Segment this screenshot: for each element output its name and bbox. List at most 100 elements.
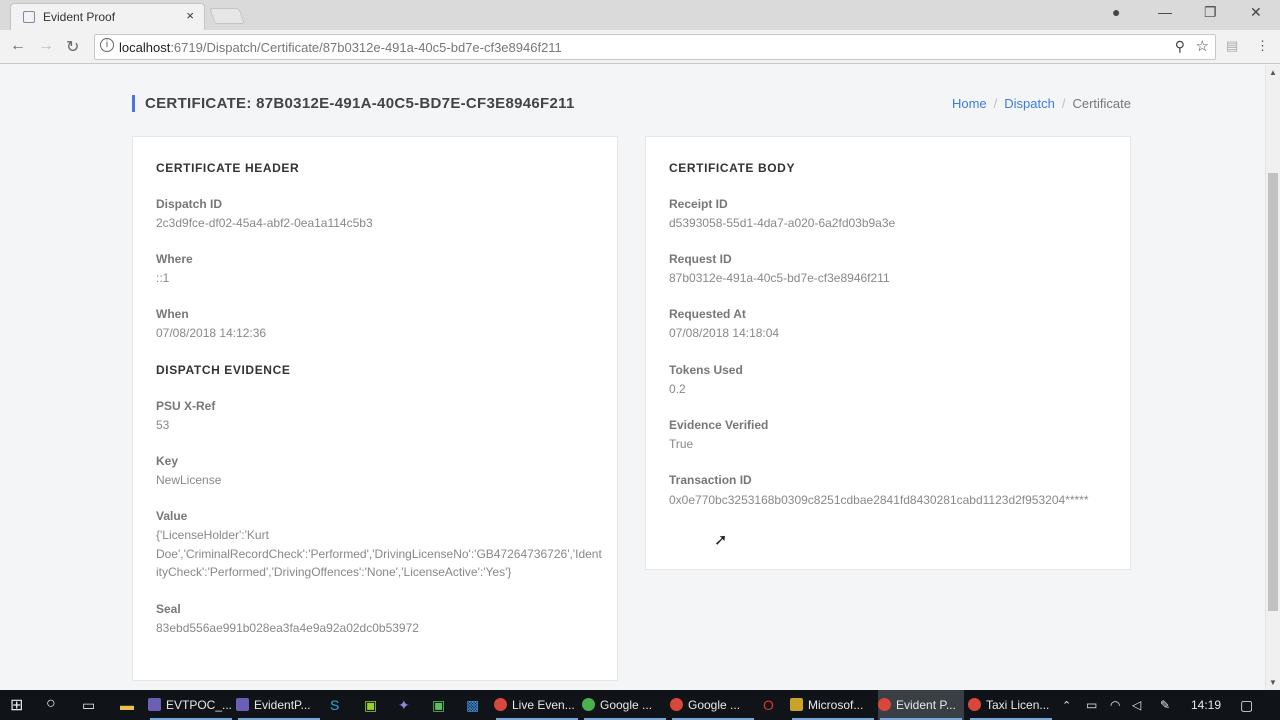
search-icon[interactable]: ○ (46, 695, 56, 713)
taskbar-item-google-2[interactable]: Google ... (670, 690, 756, 720)
network-icon[interactable]: ◠ (1110, 698, 1120, 712)
bookmark-star-icon[interactable]: ☆ (1196, 37, 1209, 55)
info-icon[interactable]: i (100, 38, 114, 52)
taskbar-item-taxi-license[interactable]: Taxi Licen... (968, 690, 1054, 720)
pen-icon[interactable]: ✎ (1160, 698, 1170, 712)
breadcrumb-separator: / (993, 96, 998, 111)
tab-title: Evident Proof (43, 10, 116, 24)
browser-tab[interactable]: Evident Proof × (10, 3, 205, 30)
battery-icon[interactable]: ▭ (1086, 698, 1097, 712)
restore-button[interactable]: ❐ (1204, 4, 1217, 21)
tokens-used-value: 0.2 (669, 382, 686, 396)
app-icon[interactable]: ▣ (432, 697, 445, 714)
taskbar-item-live-events[interactable]: Live Even... (494, 690, 580, 720)
taskbar: ⊞ ○ ▭ ▬ EVTPOC_... EvidentP... S ▣ ✦ ▣ ▩… (0, 690, 1280, 720)
where-value: ::1 (156, 271, 170, 285)
taskbar-item-microsoft[interactable]: Microsof... (790, 690, 876, 720)
scroll-down-icon[interactable]: ▼ (1269, 678, 1277, 687)
evidence-verified-value: True (669, 437, 694, 451)
receipt-id-label: Receipt ID (669, 197, 728, 211)
requested-at-value: 07/08/2018 14:18:04 (669, 326, 780, 340)
volume-icon[interactable]: ◁ (1132, 698, 1141, 712)
key-label: Key (156, 454, 179, 468)
certificate-body-title: CERTIFICATE BODY (669, 161, 796, 175)
skype-icon[interactable]: S (330, 697, 339, 713)
mouse-cursor-icon: ➚ (714, 532, 728, 549)
breadcrumb-home[interactable]: Home (952, 96, 987, 111)
value-value: {'LicenseHolder':'Kurt Doe','CriminalRec… (156, 528, 602, 579)
zoom-icon[interactable]: ⚲ (1175, 38, 1185, 55)
extension-icon[interactable]: ▤ (1226, 38, 1238, 54)
taskbar-item-label: Evident P... (896, 698, 956, 712)
task-view-icon[interactable]: ▭ (82, 697, 95, 714)
taskbar-item-label: EVTPOC_... (166, 698, 233, 712)
reload-icon[interactable]: ↻ (66, 37, 79, 57)
chrome-icon (494, 698, 507, 711)
app-icon[interactable]: ▣ (364, 697, 377, 714)
file-explorer-icon[interactable]: ▬ (120, 697, 134, 713)
request-id-value: 87b0312e-491a-40c5-bd7e-cf3e8946f211 (669, 271, 890, 285)
requested-at-label: Requested At (669, 307, 746, 321)
browser-tab-bar: Evident Proof × ● — ❐ ✕ (0, 0, 1280, 30)
transaction-id-label: Transaction ID (669, 473, 752, 487)
where-label: Where (156, 252, 193, 266)
minimize-button[interactable]: — (1158, 4, 1172, 20)
certificate-header-title: CERTIFICATE HEADER (156, 161, 300, 175)
chrome-icon (968, 698, 981, 711)
visual-studio-icon (148, 698, 161, 711)
browser-toolbar: ← → ↻ i localhost:6719/Dispatch/Certific… (0, 30, 1280, 64)
page-content: CERTIFICATE: 87B0312E-491A-40C5-BD7E-CF3… (0, 65, 1265, 690)
request-id-label: Request ID (669, 252, 732, 266)
forward-arrow-icon[interactable]: → (38, 37, 54, 55)
taskbar-item-evidentp[interactable]: EvidentP... (236, 690, 322, 720)
taskbar-item-evident-proof[interactable]: Evident P... (878, 690, 964, 720)
taskbar-item-label: Taxi Licen... (986, 698, 1050, 712)
certificate-header-card: CERTIFICATE HEADER Dispatch ID 2c3d9fce-… (132, 136, 618, 681)
receipt-id-value: d5393058-55d1-4da7-a020-6a2fd03b9a3e (669, 216, 896, 230)
key-value: NewLicense (156, 473, 222, 487)
certificate-body-card: CERTIFICATE BODY Receipt ID d5393058-55d… (645, 136, 1131, 570)
profile-icon[interactable]: ● (1112, 4, 1120, 20)
menu-icon[interactable]: ⋮ (1256, 38, 1269, 54)
chrome-icon (878, 698, 891, 711)
new-tab-button[interactable] (209, 8, 245, 24)
breadcrumb-dispatch[interactable]: Dispatch (1004, 96, 1055, 111)
breadcrumb-current: Certificate (1072, 96, 1131, 111)
evidence-verified-label: Evidence Verified (669, 418, 769, 432)
opera-icon[interactable]: O (763, 697, 774, 713)
page-title: CERTIFICATE: 87B0312E-491A-40C5-BD7E-CF3… (132, 95, 575, 112)
url-path: :6719/Dispatch/Certificate/87b0312e-491a… (170, 40, 562, 55)
back-arrow-icon[interactable]: ← (10, 37, 26, 55)
chevron-up-icon[interactable]: ⌃ (1062, 699, 1071, 712)
scrollbar-thumb[interactable] (1268, 173, 1278, 611)
notifications-icon[interactable]: ▢ (1240, 697, 1253, 714)
taskbar-item-label: EvidentP... (254, 698, 311, 712)
taskbar-item-label: Google ... (600, 698, 653, 712)
app-icon (582, 698, 595, 711)
taskbar-item-google-1[interactable]: Google ... (582, 690, 668, 720)
app-icon[interactable]: ✦ (398, 697, 410, 714)
when-label: When (156, 307, 189, 321)
close-window-button[interactable]: ✕ (1250, 4, 1262, 21)
vertical-scrollbar[interactable]: ▲ ▼ (1265, 65, 1280, 690)
taskbar-item-label: Microsof... (808, 698, 864, 712)
url-text[interactable]: localhost:6719/Dispatch/Certificate/87b0… (119, 40, 562, 55)
tokens-used-label: Tokens Used (669, 363, 743, 377)
taskbar-item-label: Live Even... (512, 698, 575, 712)
scroll-up-icon[interactable]: ▲ (1269, 68, 1277, 77)
address-bar[interactable]: i localhost:6719/Dispatch/Certificate/87… (94, 34, 1216, 60)
taskbar-item-label: Google ... (688, 698, 741, 712)
dispatch-id-label: Dispatch ID (156, 197, 223, 211)
psu-xref-value: 53 (156, 418, 170, 432)
taskbar-item-evtpoc[interactable]: EVTPOC_... (148, 690, 234, 720)
seal-label: Seal (156, 602, 181, 616)
photoshop-icon[interactable]: ▩ (466, 697, 479, 714)
breadcrumb-separator: / (1061, 96, 1066, 111)
seal-value: 83ebd556ae991b028ea3fa4e9a92a02dc0b53972 (156, 621, 419, 635)
app-icon (790, 698, 803, 711)
taskbar-clock[interactable]: 14:19 (1191, 690, 1221, 720)
tab-close-button[interactable]: × (186, 8, 194, 23)
windows-start-icon[interactable]: ⊞ (10, 695, 23, 715)
breadcrumb: Home / Dispatch / Certificate (952, 96, 1131, 111)
dispatch-evidence-title: DISPATCH EVIDENCE (156, 363, 291, 377)
